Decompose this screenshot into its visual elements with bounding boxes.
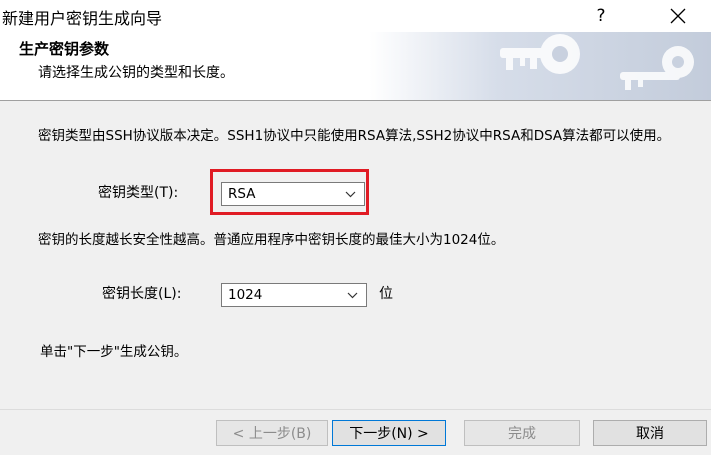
close-icon xyxy=(670,8,686,24)
keys-banner-icon xyxy=(500,34,694,90)
finish-button[interactable]: 完成 xyxy=(464,420,580,446)
footer-divider xyxy=(0,409,711,410)
key-length-unit: 位 xyxy=(379,286,393,302)
window-title: 新建用户密钥生成向导 xyxy=(2,9,163,28)
hint-text: 单击"下一步"生成公钥。 xyxy=(40,344,188,360)
header-title: 生产密钥参数 xyxy=(19,40,110,58)
next-button[interactable]: 下一步(N) > xyxy=(332,420,446,446)
wizard-content: 密钥类型由SSH协议版本决定。SSH1协议中只能使用RSA算法,SSH2协议中R… xyxy=(0,100,711,455)
key-length-select[interactable]: 1024 xyxy=(221,283,367,307)
wizard-header: 生产密钥参数 请选择生成公钥的类型和长度。 xyxy=(0,32,711,100)
intro-text: 密钥类型由SSH协议版本决定。SSH1协议中只能使用RSA算法,SSH2协议中R… xyxy=(38,128,671,144)
key-length-label: 密钥长度(L): xyxy=(102,286,182,302)
key-type-label: 密钥类型(T): xyxy=(98,185,179,201)
back-button[interactable]: < 上一步(B) xyxy=(216,420,328,446)
key-length-value: 1024 xyxy=(228,287,263,303)
divider xyxy=(0,100,711,101)
cancel-button[interactable]: 取消 xyxy=(593,420,707,446)
chevron-down-icon xyxy=(347,292,358,299)
close-button[interactable] xyxy=(655,0,701,32)
help-button[interactable]: ? xyxy=(578,0,624,32)
header-subtitle: 请选择生成公钥的类型和长度。 xyxy=(38,65,234,81)
length-note-text: 密钥的长度越长安全性越高。普通应用程序中密钥长度的最佳大小为1024位。 xyxy=(38,232,505,248)
highlight-box xyxy=(210,169,369,215)
title-bar: 新建用户密钥生成向导 ? xyxy=(0,0,711,32)
